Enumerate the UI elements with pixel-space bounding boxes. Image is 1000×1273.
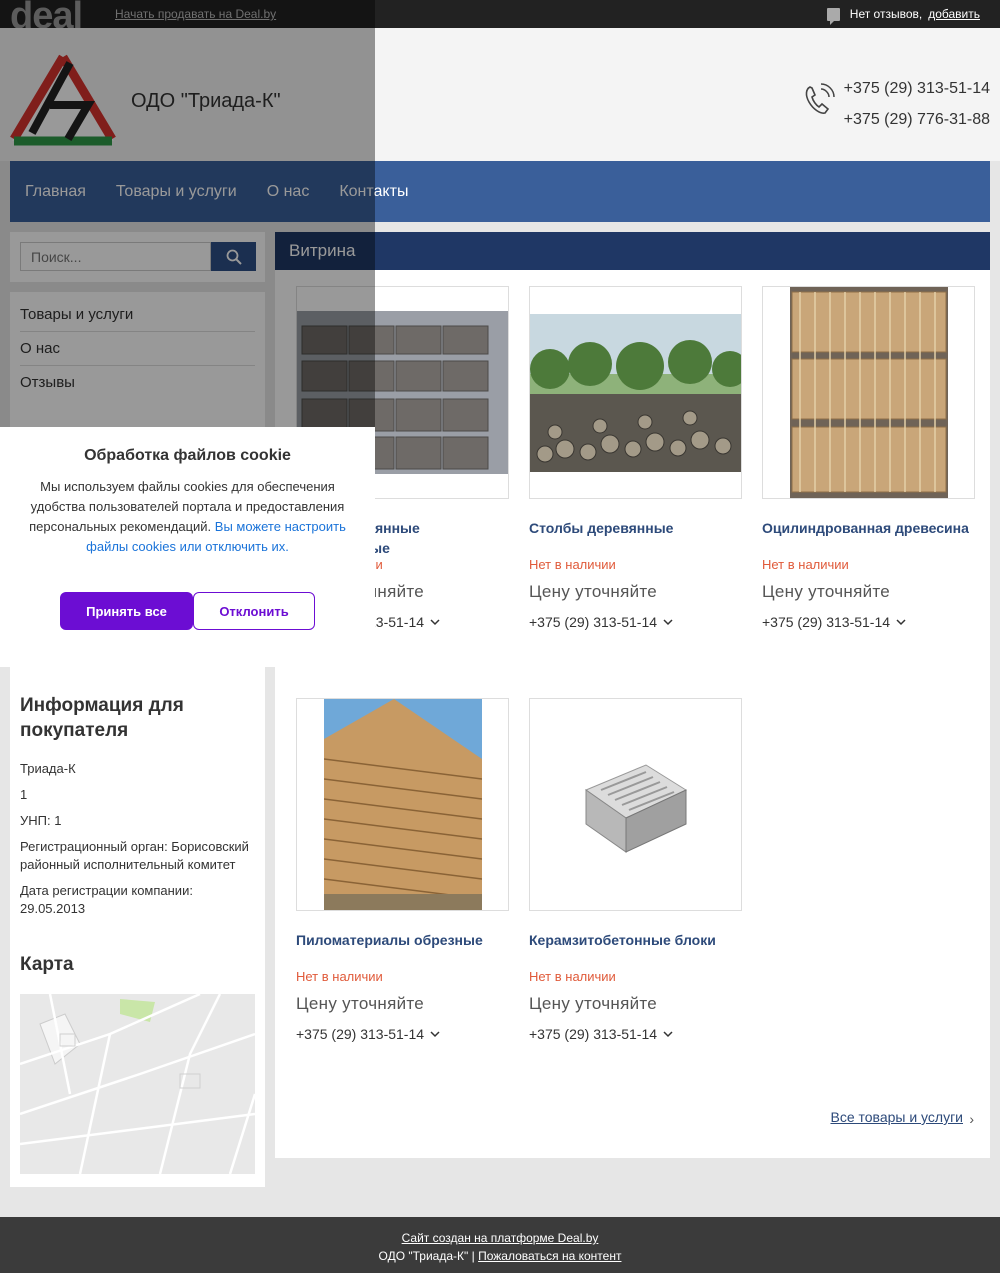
header-phones: +375 (29) 313-51-14 +375 (29) 776-31-88 <box>844 73 990 135</box>
logs-image <box>530 313 741 472</box>
product-phone-number[interactable]: +375 (29) 313-51-14 <box>762 614 890 630</box>
site-footer: Сайт создан на платформе Deal.by ОДО "Тр… <box>0 1217 1000 1273</box>
chevron-down-icon[interactable] <box>663 618 673 626</box>
info-reg-organ: Регистрационный орган: Борисовский район… <box>20 839 249 872</box>
phone-2[interactable]: +375 (29) 776-31-88 <box>844 104 990 135</box>
showcase: Витрина Брус деревянные пропитанные Нет … <box>275 232 990 1158</box>
product-image[interactable] <box>529 698 742 911</box>
product-price: Цену уточняйте <box>296 994 425 1013</box>
map-graphic <box>20 994 255 1174</box>
all-products-link[interactable]: Все товары и услуги <box>830 1109 963 1125</box>
info-reg-date: Дата регистрации компании: 29.05.2013 <box>20 883 193 916</box>
complain-link[interactable]: Пожаловаться на контент <box>478 1249 621 1263</box>
product-price: Цену уточняйте <box>529 582 658 601</box>
product-stock: Нет в наличии <box>762 557 849 572</box>
info-line: 1 <box>20 787 28 802</box>
product-phone-number[interactable]: +375 (29) 313-51-14 <box>529 1026 657 1042</box>
product-image[interactable] <box>529 286 742 499</box>
product-phone[interactable]: +375 (29) 313-51-14 <box>529 614 742 630</box>
map-title: Карта <box>20 954 74 975</box>
product-phone-number[interactable]: +375 (29) 313-51-14 <box>529 614 657 630</box>
reviews-info: Нет отзывов, добавить <box>826 7 980 25</box>
decline-button[interactable]: Отклонить <box>193 592 315 630</box>
info-company: Триада-К <box>20 761 76 776</box>
showcase-title: Витрина <box>275 232 990 270</box>
map[interactable] <box>20 994 255 1174</box>
buyer-info: Информация для покупателя Триада-К 1 УНП… <box>10 667 265 1187</box>
chevron-right-icon[interactable]: › <box>969 1111 974 1127</box>
cookie-buttons: Принять все Отклонить <box>60 592 315 630</box>
comment-icon <box>826 7 840 25</box>
product-stock: Нет в наличии <box>529 557 616 572</box>
chevron-down-icon[interactable] <box>430 618 440 626</box>
product-stock: Нет в наличии <box>529 969 616 984</box>
poles-image <box>789 287 948 498</box>
product-name[interactable]: Пиломатериалы обрезные <box>296 930 509 956</box>
cookie-text: Мы используем файлы cookies для обеспече… <box>20 477 355 557</box>
buyer-info-title: Информация для покупателя <box>20 695 184 741</box>
chevron-down-icon[interactable] <box>430 1030 440 1038</box>
product-price: Цену уточняйте <box>762 582 891 601</box>
product-card[interactable]: Оцилиндрованная древесина Нет в наличии … <box>762 286 975 630</box>
lumber-image <box>323 699 482 910</box>
product-phone[interactable]: +375 (29) 313-51-14 <box>296 1026 509 1042</box>
product-name[interactable]: Керамзитобетонные блоки <box>529 930 742 956</box>
product-phone-number[interactable]: +375 (29) 313-51-14 <box>296 1026 424 1042</box>
product-name[interactable]: Оцилиндрованная древесина <box>762 518 975 544</box>
add-review-link[interactable]: добавить <box>928 7 980 21</box>
product-card[interactable]: Столбы деревянные Нет в наличии Цену уто… <box>529 286 742 630</box>
info-unp: УНП: 1 <box>20 813 62 828</box>
block-image <box>584 763 687 853</box>
chevron-down-icon[interactable] <box>896 618 906 626</box>
phone-1[interactable]: +375 (29) 313-51-14 <box>844 73 990 104</box>
chevron-down-icon[interactable] <box>663 1030 673 1038</box>
product-stock: Нет в наличии <box>296 969 383 984</box>
product-card[interactable]: Пиломатериалы обрезные Нет в наличии Цен… <box>296 698 509 1042</box>
product-phone[interactable]: +375 (29) 313-51-14 <box>529 1026 742 1042</box>
footer-company: ОДО "Триада-К" | <box>378 1249 475 1263</box>
reviews-text: Нет отзывов, <box>849 7 923 21</box>
cookie-title: Обработка файлов cookie <box>84 447 291 464</box>
phone-icon <box>805 83 835 114</box>
cookie-dialog: Обработка файлов cookie Мы используем фа… <box>0 427 375 667</box>
product-price: Цену уточняйте <box>529 994 658 1013</box>
accept-all-button[interactable]: Принять все <box>60 592 193 630</box>
product-card[interactable]: Керамзитобетонные блоки Нет в наличии Це… <box>529 698 742 1042</box>
product-name[interactable]: Столбы деревянные <box>529 518 742 544</box>
product-image[interactable] <box>762 286 975 499</box>
platform-link[interactable]: Сайт создан на платформе Deal.by <box>402 1231 599 1245</box>
product-phone[interactable]: +375 (29) 313-51-14 <box>762 614 975 630</box>
product-image[interactable] <box>296 698 509 911</box>
